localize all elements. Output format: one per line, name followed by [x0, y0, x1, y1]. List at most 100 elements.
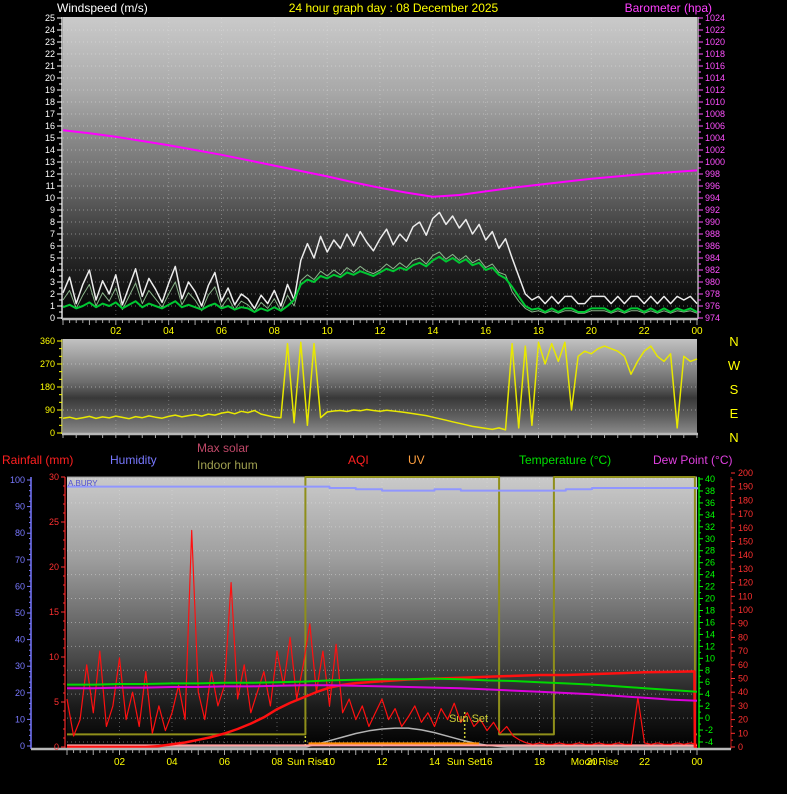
- hour-label: 04: [166, 757, 178, 768]
- temperature-tick-label: 6: [705, 677, 710, 687]
- barometer-tick-label: 984: [705, 253, 720, 263]
- barometer-tick-label: 1008: [705, 109, 725, 119]
- windspeed-tick-label: 14: [45, 145, 55, 155]
- graph-title: 24 hour graph day : 08 December 2025: [288, 1, 499, 15]
- humidity-tick-label: 20: [15, 688, 25, 698]
- barometer-tick-label: 994: [705, 193, 720, 203]
- windspeed-tick-label: 22: [45, 49, 55, 59]
- rainfall-tick-label: 10: [49, 652, 59, 662]
- chart-header: Windspeed (m/s) 24 hour graph day : 08 D…: [0, 0, 787, 16]
- rainfall-tick-label: 0: [54, 742, 59, 752]
- barometer-tick-label: 1004: [705, 133, 725, 143]
- temperature-tick-label: -2: [705, 725, 713, 735]
- legend-dew-point: Dew Point (°C): [653, 453, 733, 467]
- aqi-tick-label: 150: [738, 537, 753, 547]
- humidity-tick-label: 80: [15, 528, 25, 538]
- aqi-tick-label: 10: [738, 728, 748, 738]
- aqi-tick-label: 70: [738, 646, 748, 656]
- temperature-tick-label: 10: [705, 653, 715, 663]
- hour-label: 22: [639, 757, 651, 768]
- temperature-tick-label: 28: [705, 546, 715, 556]
- temperature-tick-label: 30: [705, 534, 715, 544]
- hour-label: 14: [427, 326, 439, 337]
- barometer-tick-label: 1018: [705, 49, 725, 59]
- windspeed-tick-label: 15: [45, 133, 55, 143]
- moon-rise-label: Moon Rise: [571, 757, 619, 768]
- windspeed-axis-title: Windspeed (m/s): [57, 1, 148, 15]
- legend-aqi: AQI: [348, 453, 369, 467]
- windspeed-tick-label: 7: [50, 229, 55, 239]
- barometer-tick-label: 978: [705, 289, 720, 299]
- hour-label: 14: [429, 757, 441, 768]
- barometer-tick-label: 1022: [705, 25, 725, 35]
- rainfall-tick-label: 5: [54, 697, 59, 707]
- temperature-tick-label: 22: [705, 582, 715, 592]
- aqi-tick-label: 50: [738, 674, 748, 684]
- hour-label: 08: [271, 757, 283, 768]
- compass-letter: E: [730, 406, 739, 421]
- barometer-tick-label: 1010: [705, 97, 725, 107]
- humidity-tick-label: 50: [15, 608, 25, 618]
- windspeed-tick-label: 24: [45, 25, 55, 35]
- sun-set-label: Sun Set: [447, 757, 483, 768]
- temperature-tick-label: 38: [705, 486, 715, 496]
- windspeed-tick-label: 20: [45, 73, 55, 83]
- humidity-tick-label: 0: [20, 741, 25, 751]
- hour-label: 06: [219, 757, 231, 768]
- temperature-tick-label: 14: [705, 629, 715, 639]
- temperature-tick-label: 34: [705, 510, 715, 520]
- hour-label: 20: [586, 326, 598, 337]
- temperature-tick-label: 18: [705, 606, 715, 616]
- aqi-tick-label: 130: [738, 564, 753, 574]
- barometer-tick-label: 1016: [705, 61, 725, 71]
- aqi-tick-label: 170: [738, 509, 753, 519]
- windspeed-tick-label: 6: [50, 241, 55, 251]
- temperature-tick-label: 36: [705, 498, 715, 508]
- windspeed-tick-label: 0: [50, 313, 55, 323]
- temperature-tick-label: 16: [705, 617, 715, 627]
- barometer-tick-label: 1020: [705, 37, 725, 47]
- legend-max-solar: Max solar: [197, 441, 250, 455]
- windspeed-tick-label: 13: [45, 157, 55, 167]
- legend-rainfall: Rainfall (mm): [2, 453, 74, 467]
- hour-label: 22: [639, 326, 651, 337]
- aqi-tick-label: 100: [738, 605, 753, 615]
- aqi-tick-label: 30: [738, 701, 748, 711]
- barometer-tick-label: 982: [705, 265, 720, 275]
- sun-rise-label: Sun Rise: [287, 757, 328, 768]
- multi-panel-bg: [67, 477, 697, 749]
- temperature-tick-label: 20: [705, 594, 715, 604]
- series-legend: Rainfall (mm) Humidity Max solar Indoor …: [0, 440, 787, 477]
- compass-letter: W: [728, 358, 741, 373]
- temperature-tick-label: 32: [705, 522, 715, 532]
- windspeed-tick-label: 19: [45, 85, 55, 95]
- hour-label: 06: [216, 326, 228, 337]
- hour-label: 10: [322, 326, 334, 337]
- humidity-tick-label: 60: [15, 581, 25, 591]
- humidity-tick-label: 70: [15, 555, 25, 565]
- barometer-axis-title: Barometer (hpa): [624, 1, 712, 15]
- hour-label: 04: [163, 326, 175, 337]
- weather-chart-canvas: 0123456789101112131415161718192021222324…: [10, 13, 753, 768]
- windspeed-tick-label: 12: [45, 169, 55, 179]
- aqi-tick-label: 140: [738, 550, 753, 560]
- hour-label: 18: [534, 757, 546, 768]
- hour-label: 08: [269, 326, 281, 337]
- temperature-tick-label: 0: [705, 713, 710, 723]
- windspeed-tick-label: 3: [50, 277, 55, 287]
- temperature-tick-label: 8: [705, 665, 710, 675]
- aqi-tick-label: 20: [738, 715, 748, 725]
- aqi-tick-label: 90: [738, 619, 748, 629]
- barometer-tick-label: 990: [705, 217, 720, 227]
- temperature-tick-label: -4: [705, 737, 713, 747]
- legend-temperature: Temperature (°C): [519, 453, 612, 467]
- direction-tick-label: 360: [40, 336, 55, 346]
- windspeed-tick-label: 9: [50, 205, 55, 215]
- sun-set-plot-label: Sun Set: [449, 713, 488, 725]
- barometer-tick-label: 996: [705, 181, 720, 191]
- barometer-tick-label: 992: [705, 205, 720, 215]
- humidity-tick-label: 10: [15, 714, 25, 724]
- humidity-tick-label: 40: [15, 635, 25, 645]
- legend-indoor-hum: Indoor hum: [197, 458, 258, 472]
- aqi-tick-label: 190: [738, 482, 753, 492]
